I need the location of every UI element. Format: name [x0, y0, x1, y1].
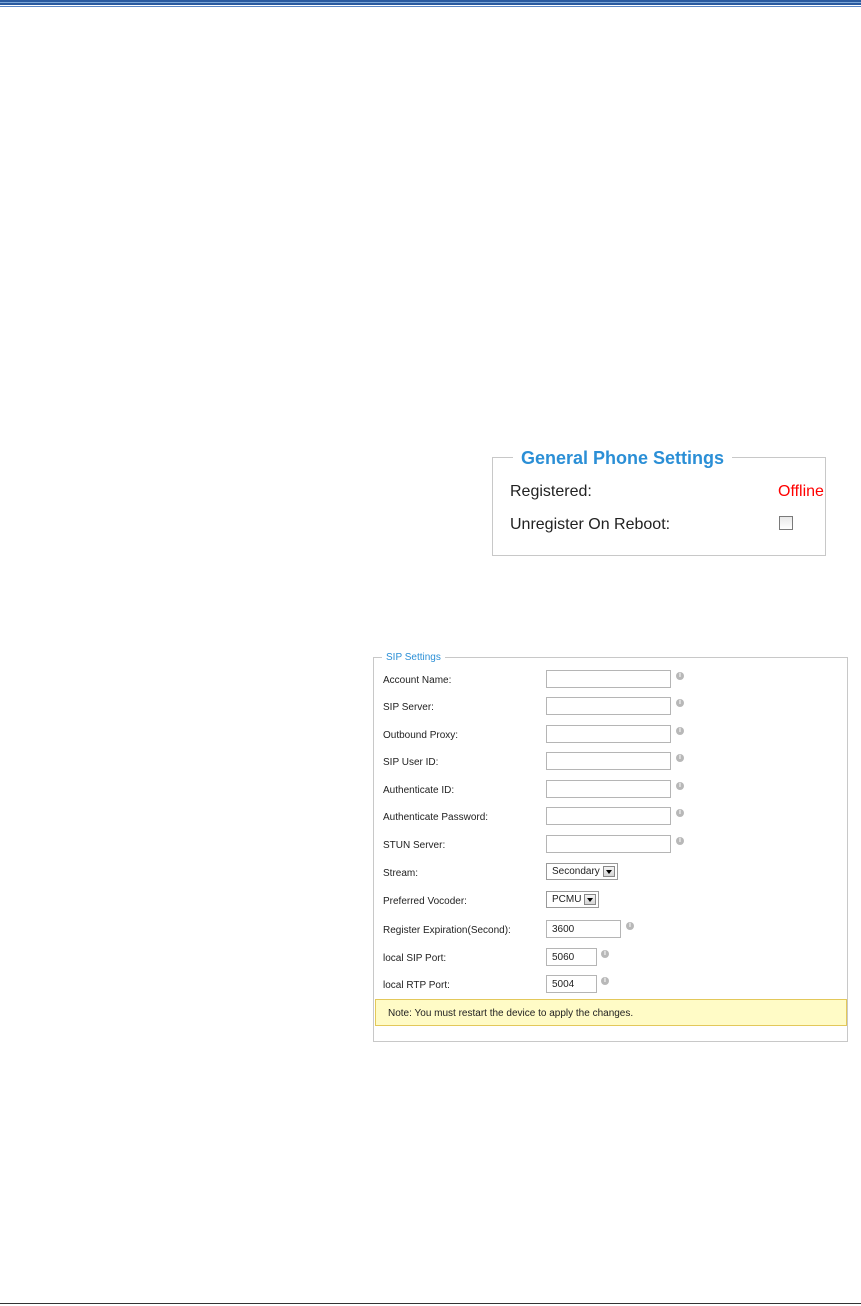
- footer-rule: [0, 1303, 861, 1304]
- chevron-down-icon[interactable]: [602, 866, 615, 877]
- unregister-on-reboot-label: Unregister On Reboot:: [510, 516, 671, 533]
- info-icon[interactable]: i: [676, 837, 684, 845]
- local-sip-port-row: local SIP Port: i: [374, 948, 847, 968]
- authenticate-password-input[interactable]: [546, 807, 671, 825]
- general-phone-settings-title: General Phone Settings: [513, 449, 733, 467]
- info-icon[interactable]: i: [676, 754, 684, 762]
- stun-server-row: STUN Server: i: [374, 835, 847, 855]
- outbound-proxy-row: Outbound Proxy: i: [374, 725, 847, 745]
- sip-server-row: SIP Server: i: [374, 697, 847, 717]
- sip-user-id-row: SIP User ID: i: [374, 752, 847, 772]
- local-rtp-port-input[interactable]: [546, 975, 597, 993]
- sip-user-id-input[interactable]: [546, 752, 671, 770]
- outbound-proxy-label: Outbound Proxy:: [383, 730, 459, 741]
- stream-selected-value: Secondary: [552, 866, 600, 877]
- header-rule: [0, 0, 861, 5]
- registered-label: Registered:: [510, 483, 592, 500]
- restart-note: Note: You must restart the device to app…: [375, 999, 847, 1026]
- stream-row: Stream: Secondary: [374, 863, 847, 883]
- info-icon[interactable]: i: [601, 977, 609, 985]
- authenticate-id-row: Authenticate ID: i: [374, 780, 847, 800]
- local-sip-port-input[interactable]: [546, 948, 597, 966]
- local-rtp-port-label: local RTP Port:: [383, 980, 450, 991]
- unregister-on-reboot-checkbox[interactable]: [779, 516, 793, 530]
- info-icon[interactable]: i: [676, 727, 684, 735]
- register-expiration-label: Register Expiration(Second):: [383, 925, 511, 936]
- preferred-vocoder-select[interactable]: PCMU: [546, 891, 600, 908]
- stream-select[interactable]: Secondary: [546, 863, 618, 880]
- register-expiration-row: Register Expiration(Second): i: [374, 920, 847, 940]
- stream-label: Stream:: [383, 868, 419, 879]
- preferred-vocoder-row: Preferred Vocoder: PCMU: [374, 891, 847, 911]
- stun-server-input[interactable]: [546, 835, 671, 853]
- account-name-input[interactable]: [546, 670, 671, 688]
- restart-note-text: Note: You must restart the device to app…: [388, 1008, 634, 1019]
- sip-settings-title: SIP Settings: [382, 653, 445, 663]
- local-sip-port-label: local SIP Port:: [383, 953, 447, 964]
- info-icon[interactable]: i: [676, 672, 684, 680]
- info-icon[interactable]: i: [676, 699, 684, 707]
- account-name-label: Account Name:: [383, 675, 452, 686]
- authenticate-password-label: Authenticate Password:: [383, 812, 489, 823]
- authenticate-id-input[interactable]: [546, 780, 671, 798]
- sip-user-id-label: SIP User ID:: [383, 757, 439, 768]
- stun-server-label: STUN Server:: [383, 840, 446, 851]
- authenticate-password-row: Authenticate Password: i: [374, 807, 847, 827]
- sip-server-input[interactable]: [546, 697, 671, 715]
- header-rule-thin: [0, 6, 861, 7]
- info-icon[interactable]: i: [676, 809, 684, 817]
- sip-settings-panel: SIP Settings Account Name: i SIP Server:…: [373, 653, 848, 1042]
- outbound-proxy-input[interactable]: [546, 725, 671, 743]
- chevron-down-icon[interactable]: [584, 894, 597, 905]
- info-icon[interactable]: i: [601, 950, 609, 958]
- register-expiration-input[interactable]: [546, 920, 621, 938]
- local-rtp-port-row: local RTP Port: i: [374, 975, 847, 995]
- info-icon[interactable]: i: [626, 922, 634, 930]
- registered-status: Offline: [778, 483, 824, 500]
- sip-server-label: SIP Server:: [383, 702, 434, 713]
- authenticate-id-label: Authenticate ID:: [383, 785, 455, 796]
- info-icon[interactable]: i: [676, 782, 684, 790]
- preferred-vocoder-label: Preferred Vocoder:: [383, 896, 467, 907]
- general-phone-settings-panel: General Phone Settings Registered: Offli…: [492, 449, 826, 556]
- account-name-row: Account Name: i: [374, 670, 847, 690]
- preferred-vocoder-selected-value: PCMU: [552, 894, 582, 905]
